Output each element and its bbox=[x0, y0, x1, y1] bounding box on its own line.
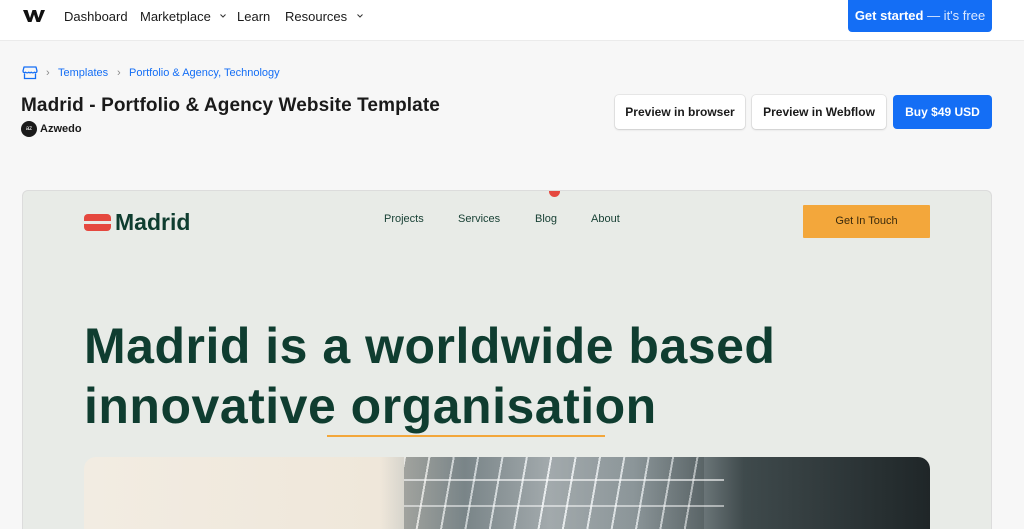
hero-underline-decoration bbox=[327, 435, 605, 437]
nav-marketplace[interactable]: Marketplace bbox=[140, 8, 227, 25]
breadcrumb-separator-icon: › bbox=[46, 67, 50, 79]
nav-learn-label: Learn bbox=[237, 9, 271, 24]
nav-dashboard-label: Dashboard bbox=[64, 9, 128, 24]
chevron-down-icon bbox=[356, 13, 363, 18]
nav-resources[interactable]: Resources bbox=[285, 8, 363, 25]
preview-nav-blog[interactable]: Blog bbox=[535, 211, 557, 227]
author-avatar[interactable]: az bbox=[21, 121, 37, 137]
preview-in-browser-button[interactable]: Preview in browser bbox=[615, 95, 745, 129]
preview-get-in-touch-button[interactable]: Get In Touch bbox=[803, 205, 930, 238]
get-started-button[interactable]: Get started — it's free bbox=[848, 0, 992, 32]
nav-resources-label: Resources bbox=[285, 9, 348, 24]
preview-hero-image bbox=[84, 457, 930, 529]
preview-site-logo[interactable]: Madrid bbox=[115, 207, 190, 237]
webflow-logo-icon[interactable] bbox=[23, 9, 45, 23]
madrid-logo-icon bbox=[84, 214, 111, 232]
author-name-link[interactable]: Azwedo bbox=[40, 122, 82, 136]
breadcrumb-templates-link[interactable]: Templates bbox=[58, 66, 108, 80]
buy-button[interactable]: Buy $49 USD bbox=[893, 95, 992, 129]
template-preview[interactable]: Madrid Projects Services Blog About Get … bbox=[22, 190, 992, 529]
preview-indicator-dot bbox=[549, 191, 560, 197]
breadcrumb-category-link[interactable]: Portfolio & Agency, Technology bbox=[129, 66, 280, 80]
nav-dashboard[interactable]: Dashboard bbox=[64, 8, 128, 25]
preview-hero-heading-line-1: Madrid is a worldwide based bbox=[84, 318, 776, 374]
preview-nav-projects[interactable]: Projects bbox=[384, 211, 424, 227]
preview-nav-about[interactable]: About bbox=[591, 211, 620, 227]
get-started-sublabel: — it's free bbox=[923, 8, 986, 23]
marketplace-icon[interactable] bbox=[22, 65, 38, 80]
nav-learn[interactable]: Learn bbox=[237, 8, 270, 25]
preview-hero-heading-line-2: innovative organisation bbox=[84, 378, 657, 434]
chevron-down-icon bbox=[220, 13, 227, 18]
get-started-label: Get started bbox=[854, 8, 924, 23]
preview-nav-services[interactable]: Services bbox=[458, 211, 500, 227]
page-title: Madrid - Portfolio & Agency Website Temp… bbox=[21, 95, 440, 116]
top-navigation: Dashboard Marketplace Learn Resources Ge… bbox=[0, 0, 1024, 41]
breadcrumb-separator-icon: › bbox=[117, 67, 121, 79]
nav-marketplace-label: Marketplace bbox=[140, 9, 211, 24]
preview-in-webflow-button[interactable]: Preview in Webflow bbox=[752, 95, 886, 129]
